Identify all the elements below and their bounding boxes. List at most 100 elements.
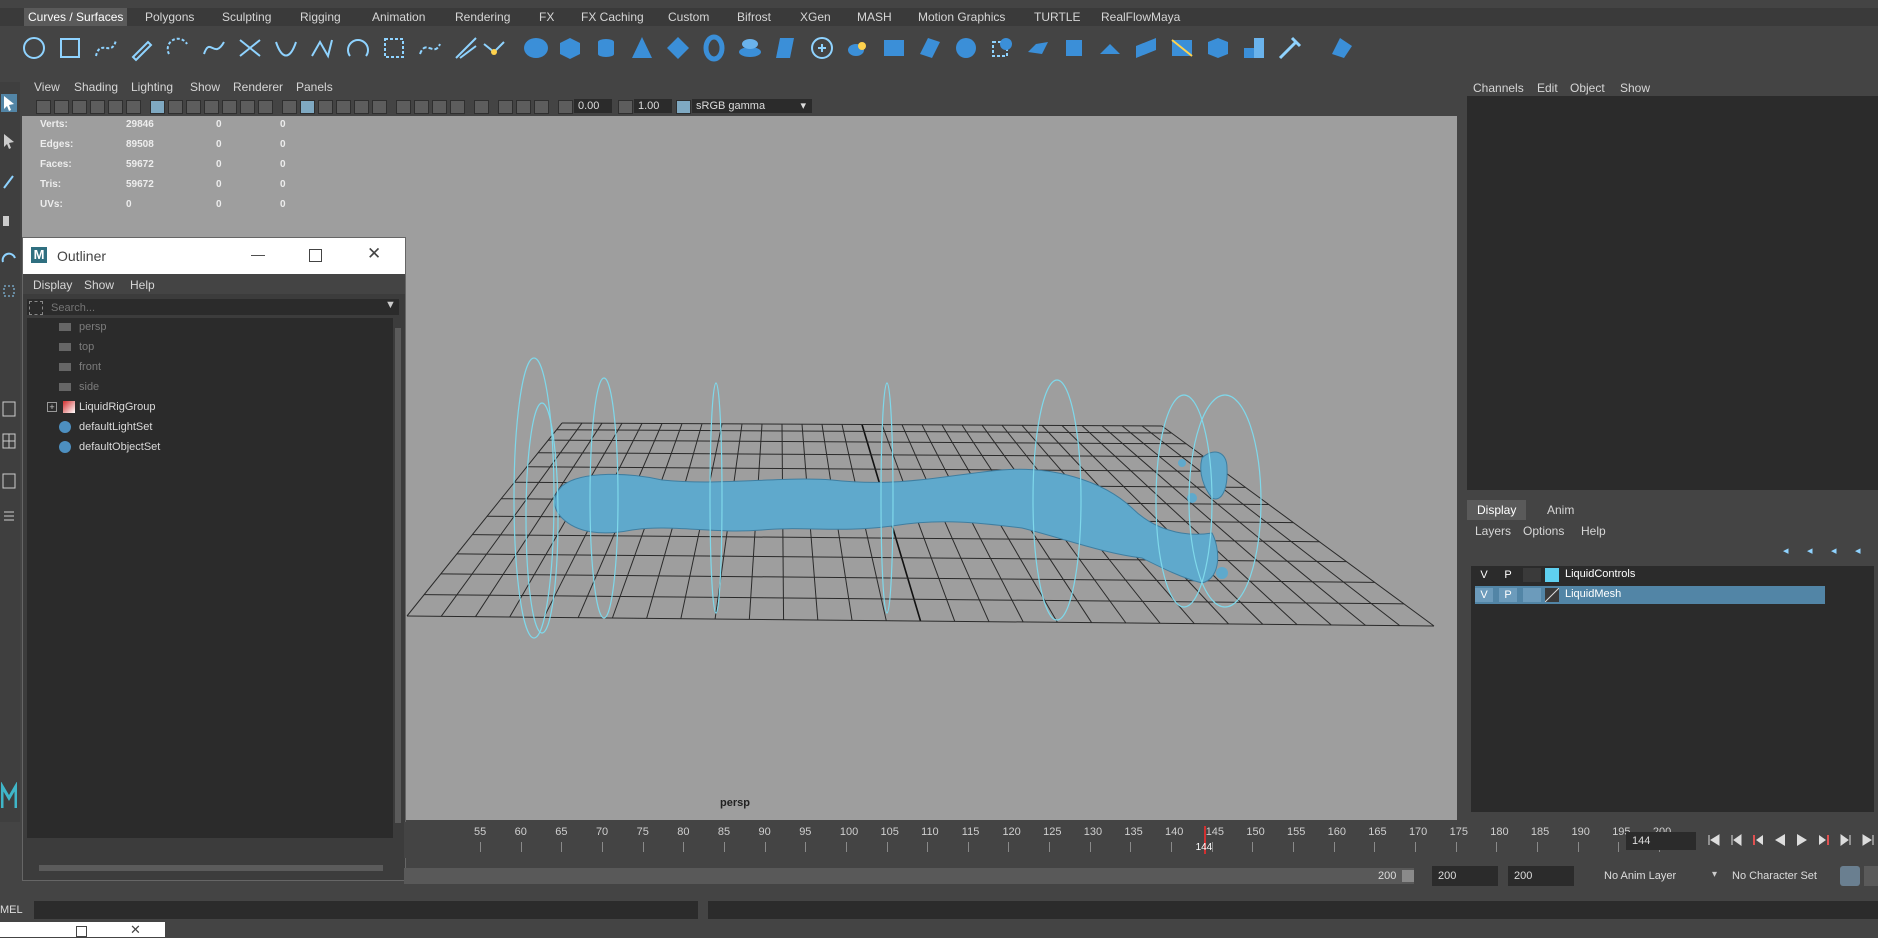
outliner-window[interactable]: M Outliner — ✕ Display Show Help ▼ persp… [22, 237, 406, 881]
shadows-icon[interactable] [372, 100, 387, 114]
xray-icon[interactable] [498, 100, 513, 114]
viewport-menu-renderer[interactable]: Renderer [233, 80, 283, 94]
layer-display-type-toggle[interactable] [1523, 588, 1541, 602]
shelf-tab-bifrost[interactable]: Bifrost [737, 8, 771, 26]
color-management-icon[interactable] [676, 100, 691, 114]
channel-box-menu-channels[interactable]: Channels [1473, 81, 1524, 95]
layer-row-liquidcontrols[interactable]: V P LiquidControls [1475, 566, 1825, 584]
untrim-icon[interactable] [1204, 34, 1232, 62]
backface-culling-icon[interactable] [534, 100, 549, 114]
camera-attributes-icon[interactable] [54, 100, 69, 114]
layer-playback-toggle[interactable]: P [1499, 588, 1517, 602]
channel-box-menu-edit[interactable]: Edit [1537, 81, 1558, 95]
outliner-menu-display[interactable]: Display [33, 278, 72, 292]
xray-joints-icon[interactable] [516, 100, 531, 114]
trim-tool-icon[interactable] [1168, 34, 1196, 62]
shelf-tab-fx[interactable]: FX [539, 8, 554, 26]
time-slider[interactable]: 55 60 65 70 75 80 85 90 95 100 105 110 115 120 125 130 1… [404, 822, 1671, 858]
scale-tool-icon[interactable] [1, 282, 17, 300]
outliner-menu-show[interactable]: Show [84, 278, 114, 292]
go-to-end-icon[interactable] [1860, 832, 1876, 848]
layer-visibility-toggle[interactable]: V [1475, 568, 1493, 582]
select-tool-icon[interactable] [1, 94, 17, 112]
view-transform-dropdown[interactable]: sRGB gamma ▾ [692, 99, 812, 113]
bezier-curve-icon[interactable] [200, 34, 228, 62]
shelf-tab-mash[interactable]: MASH [857, 8, 892, 26]
channel-box-menu-object[interactable]: Object [1570, 81, 1605, 95]
exposure-icon[interactable] [558, 100, 573, 114]
lasso-tool-icon[interactable] [1, 132, 17, 150]
liquid-splash[interactable] [1200, 451, 1228, 500]
safe-title-icon[interactable] [258, 100, 273, 114]
layout-side-icon[interactable] [1, 472, 17, 490]
new-empty-layer-icon[interactable]: ◂ [1831, 544, 1847, 557]
arc-tool-icon[interactable] [164, 34, 192, 62]
gate-mask-icon[interactable] [204, 100, 219, 114]
loft-surface-icon[interactable] [880, 34, 908, 62]
character-set-dropdown[interactable]: No Character Set [1726, 866, 1844, 886]
channel-box-menu-show[interactable]: Show [1620, 81, 1650, 95]
move-layer-up-icon[interactable]: ◂ [1783, 544, 1799, 557]
surface-edit-icon[interactable] [1328, 34, 1356, 62]
shelf-tab-curves-surfaces[interactable]: Curves / Surfaces [24, 8, 128, 26]
planar-icon[interactable] [808, 34, 836, 62]
nurbs-cylinder-icon[interactable] [592, 34, 620, 62]
layer-row-liquidmesh[interactable]: V P LiquidMesh [1475, 586, 1825, 604]
cv-curve-icon[interactable] [92, 34, 120, 62]
pencil-curve-icon[interactable] [128, 34, 156, 62]
layer-color-swatch[interactable] [1544, 587, 1560, 603]
playback-end-field[interactable]: 200 [1432, 866, 1498, 886]
paint-select-icon[interactable] [1, 172, 17, 190]
animation-end-field[interactable]: 200 [1508, 866, 1574, 886]
bookmark-icon[interactable] [72, 100, 87, 114]
new-layer-from-selected-icon[interactable]: ◂ [1855, 544, 1871, 557]
nurbs-square-surface-icon[interactable] [772, 34, 800, 62]
rotate-tool-icon[interactable] [1, 250, 17, 268]
play-forwards-icon[interactable] [1794, 832, 1810, 848]
viewport-menu-view[interactable]: View [34, 80, 60, 94]
step-back-frame-icon[interactable] [1728, 832, 1744, 848]
viewport-menu-panels[interactable]: Panels [296, 80, 333, 94]
nurbs-plane-icon[interactable] [664, 34, 692, 62]
layer-menu-help[interactable]: Help [1581, 524, 1606, 538]
play-backwards-icon[interactable] [1772, 832, 1788, 848]
shelf-tab-xgen[interactable]: XGen [800, 8, 831, 26]
camera-select-icon[interactable] [36, 100, 51, 114]
range-end-handle[interactable] [1402, 870, 1414, 882]
loft-icon[interactable] [416, 34, 444, 62]
filter-icon[interactable] [29, 301, 43, 315]
shelf-tab-fx-caching[interactable]: FX Caching [581, 8, 644, 26]
attach-surface-icon[interactable] [1240, 34, 1268, 62]
nurbs-sphere-icon[interactable] [522, 34, 550, 62]
channel-box[interactable] [1467, 78, 1878, 490]
layout-outliner-icon[interactable] [1, 508, 17, 526]
detach-curve-icon[interactable] [308, 34, 336, 62]
command-language-label[interactable]: MEL [0, 904, 23, 916]
shelf-tab-motion-graphics[interactable]: Motion Graphics [918, 8, 1005, 26]
chevron-down-icon[interactable]: ▾ [1712, 869, 1717, 880]
shelf-tab-custom[interactable]: Custom [668, 8, 709, 26]
smooth-shade-icon[interactable] [300, 100, 315, 114]
resolution-gate-icon[interactable] [186, 100, 201, 114]
outliner-vertical-scrollbar[interactable] [393, 318, 403, 838]
minimize-icon[interactable]: — [251, 246, 265, 262]
outliner-titlebar[interactable]: M Outliner — ✕ [23, 238, 405, 274]
outliner-horizontal-scrollbar[interactable] [27, 862, 399, 874]
revolve-icon[interactable] [344, 34, 372, 62]
ambient-occlusion-icon[interactable] [396, 100, 411, 114]
anim-layer-dropdown[interactable]: No Anim Layer [1598, 866, 1712, 886]
close-icon[interactable]: ✕ [130, 922, 141, 938]
default-material-icon[interactable] [318, 100, 333, 114]
outliner-menu-help[interactable]: Help [130, 278, 155, 292]
grease-pencil-icon[interactable] [126, 100, 141, 114]
field-chart-icon[interactable] [222, 100, 237, 114]
shelf-tab-turtle[interactable]: TURTLE [1034, 8, 1080, 26]
lights-icon[interactable] [354, 100, 369, 114]
nurbs-circle-surface-icon[interactable] [736, 34, 764, 62]
layer-color-swatch[interactable] [1545, 568, 1559, 582]
cut-curve-icon[interactable] [236, 34, 264, 62]
isolate-select-icon[interactable] [474, 100, 489, 114]
command-input[interactable] [34, 901, 698, 919]
shelf-tab-rendering[interactable]: Rendering [455, 8, 510, 26]
close-icon[interactable]: ✕ [367, 244, 381, 264]
